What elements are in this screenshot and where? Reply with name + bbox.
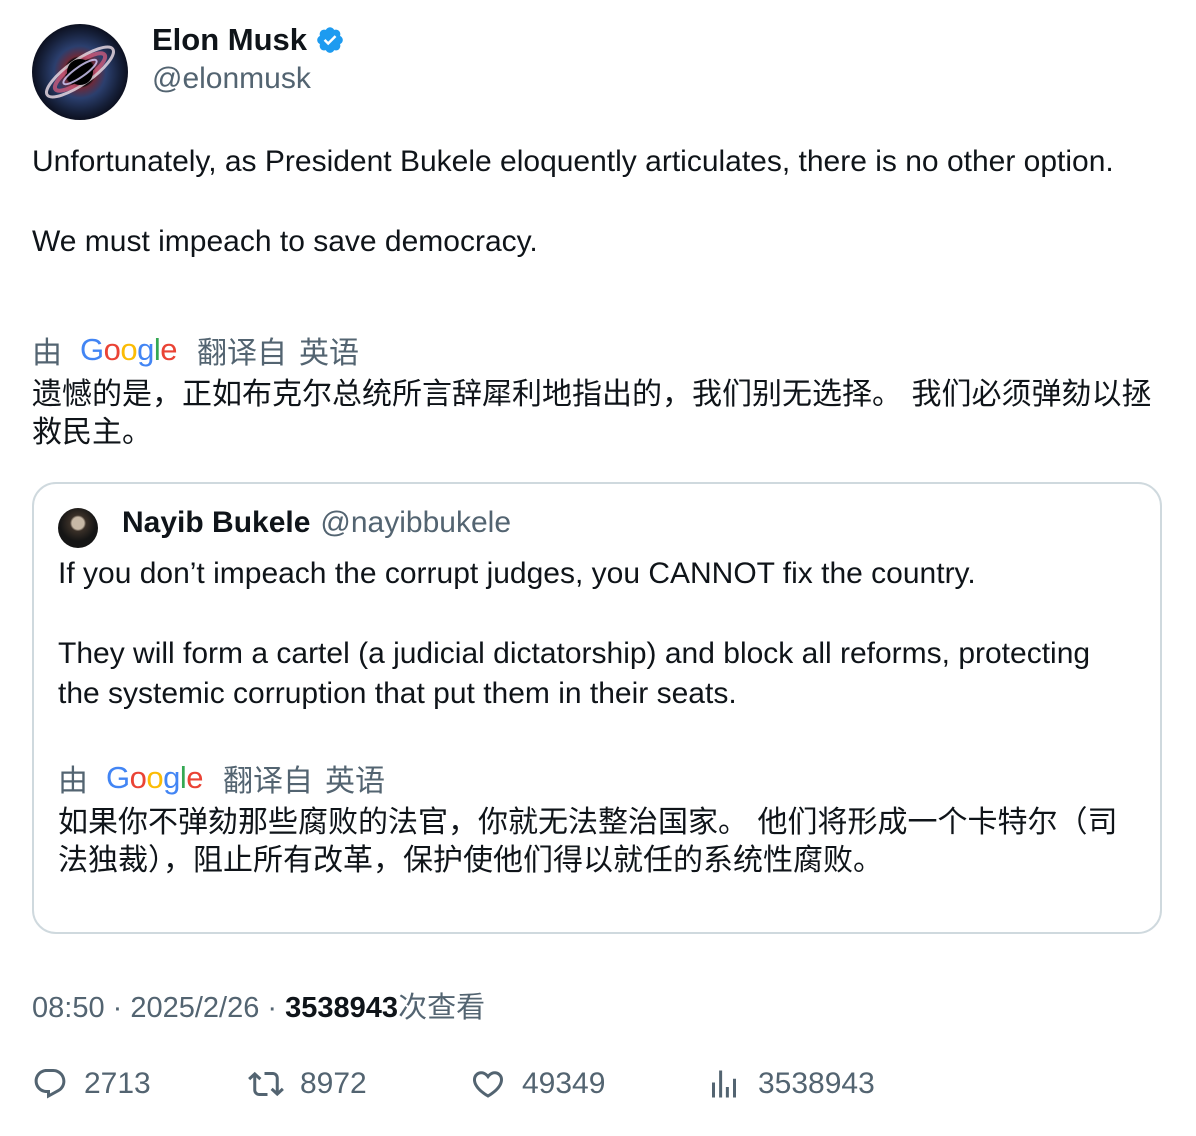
- quoted-author-header[interactable]: Nayib Bukele @nayibbukele: [122, 506, 511, 540]
- analytics-icon: [712, 1070, 736, 1098]
- tweet-meta: 08:50 · 2025/2/26 · 3538943 次查看: [32, 984, 485, 1026]
- views-button[interactable]: 3538943: [706, 1066, 875, 1102]
- quoted-translated-text: 如果你不弹劾那些腐败的法官，你就无法整治国家。 他们将形成一个卡特尔（司法独裁）…: [58, 805, 1118, 878]
- meta-separator: ·: [259, 992, 286, 1024]
- reply-icon: [34, 1069, 66, 1099]
- black-hole-image: [45, 45, 115, 99]
- quoted-translation-language: 英语: [325, 765, 386, 798]
- views-action-count: 3538943: [758, 1067, 875, 1100]
- author-handle[interactable]: @elonmusk: [152, 62, 311, 96]
- retweet-button[interactable]: 8972: [248, 1066, 367, 1102]
- author-avatar[interactable]: [32, 24, 128, 120]
- meta-separator: ·: [104, 992, 131, 1024]
- reply-button[interactable]: 2713: [32, 1066, 151, 1102]
- quoted-author-avatar[interactable]: [58, 508, 98, 548]
- quoted-translation-by: 由: [58, 765, 88, 798]
- tweet-time[interactable]: 08:50: [32, 992, 105, 1025]
- google-logo[interactable]: Google: [106, 760, 204, 796]
- author-display-name[interactable]: Elon Musk: [152, 22, 307, 58]
- translation-by: 由: [32, 337, 62, 370]
- translation-language: 英语: [299, 337, 360, 370]
- author-name-row[interactable]: Elon Musk: [152, 22, 345, 58]
- google-logo[interactable]: Google: [80, 332, 178, 368]
- quoted-author-handle[interactable]: @nayibbukele: [320, 506, 511, 540]
- views-suffix: 次查看: [398, 992, 486, 1024]
- verified-badge-icon[interactable]: [315, 25, 345, 55]
- quoted-translation-label: 由 Google 翻译自 英语: [58, 756, 385, 800]
- translated-text: 遗憾的是，正如布克尔总统所言辞犀利地指出的，我们别无选择。 我们必须弹劾以拯救民…: [32, 377, 1152, 450]
- tweet-text: Unfortunately, as President Bukele eloqu…: [32, 145, 1114, 258]
- quoted-translation-from: 翻译自: [223, 765, 314, 798]
- quoted-author-name[interactable]: Nayib Bukele: [122, 506, 310, 540]
- quoted-tweet-text: If you don’t impeach the corrupt judges,…: [58, 557, 1091, 710]
- translation-label: 由 Google 翻译自 英语: [32, 328, 359, 372]
- views-count: 3538943: [285, 992, 399, 1024]
- retweet-icon: [248, 1071, 284, 1097]
- action-bar: 2713 8972 49349 3538943: [32, 1066, 1162, 1114]
- like-button[interactable]: 49349: [470, 1066, 605, 1102]
- translation-from: 翻译自: [197, 337, 288, 370]
- tweet-date[interactable]: 2025/2/26: [130, 992, 259, 1025]
- reply-count: 2713: [84, 1067, 151, 1100]
- retweet-count: 8972: [300, 1067, 367, 1100]
- like-count: 49349: [522, 1067, 606, 1100]
- heart-icon: [472, 1071, 504, 1098]
